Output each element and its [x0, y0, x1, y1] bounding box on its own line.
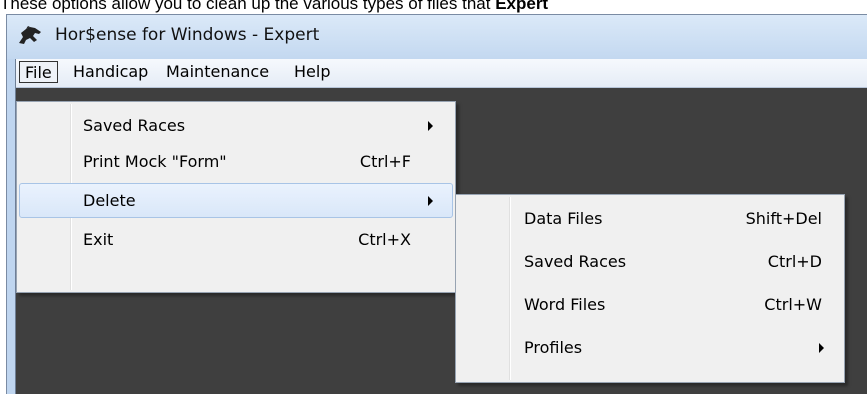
instruction-caption: These options allow you to clean up the …	[0, 0, 867, 14]
menu-item-label: Word Files	[524, 295, 606, 314]
horse-icon	[19, 26, 41, 44]
menu-item-label: Profiles	[524, 338, 583, 357]
caption-bold-text: Expert	[495, 0, 549, 13]
menu-item-label: Delete	[83, 191, 136, 210]
menu-item-exit[interactable]: Exit Ctrl+X	[19, 222, 453, 257]
menu-item-label: Saved Races	[83, 116, 186, 135]
menu-item-label: Saved Races	[524, 252, 627, 271]
delete-submenu: Data Files Shift+Del Saved Races Ctrl+D …	[455, 194, 845, 383]
menu-maintenance[interactable]: Maintenance	[161, 61, 274, 83]
submenu-arrow-icon	[428, 121, 433, 131]
submenu-item-profiles[interactable]: Profiles	[458, 330, 842, 365]
menu-item-saved-races[interactable]: Saved Races	[19, 108, 453, 143]
menu-item-shortcut: Shift+Del	[745, 209, 822, 228]
menu-item-label: Print Mock "Form"	[83, 152, 227, 171]
menu-item-shortcut: Ctrl+W	[764, 295, 822, 314]
menu-file[interactable]: File	[19, 61, 58, 83]
title-bar[interactable]: Hor$ense for Windows - Expert	[7, 15, 867, 59]
menu-item-shortcut: Ctrl+F	[359, 152, 411, 171]
caption-text: These options allow you to clean up the …	[0, 0, 491, 13]
menu-help[interactable]: Help	[289, 61, 335, 83]
menu-item-shortcut: Ctrl+X	[358, 230, 411, 249]
menu-handicap[interactable]: Handicap	[68, 61, 153, 83]
submenu-arrow-icon	[819, 343, 824, 353]
submenu-item-word-files[interactable]: Word Files Ctrl+W	[458, 287, 842, 322]
menu-item-print-mock-form[interactable]: Print Mock "Form" Ctrl+F	[19, 144, 453, 179]
menu-item-label: Data Files	[524, 209, 603, 228]
menu-item-delete[interactable]: Delete	[19, 183, 453, 218]
submenu-item-data-files[interactable]: Data Files Shift+Del	[458, 201, 842, 236]
submenu-arrow-icon	[428, 196, 433, 206]
menu-item-label: Exit	[83, 230, 114, 249]
menu-bar: File Handicap Maintenance Help	[16, 59, 867, 88]
submenu-item-saved-races[interactable]: Saved Races Ctrl+D	[458, 244, 842, 279]
window-title: Hor$ense for Windows - Expert	[55, 25, 320, 45]
file-menu-dropdown: Saved Races Print Mock "Form" Ctrl+F Del…	[16, 101, 456, 293]
menu-item-shortcut: Ctrl+D	[767, 252, 822, 271]
